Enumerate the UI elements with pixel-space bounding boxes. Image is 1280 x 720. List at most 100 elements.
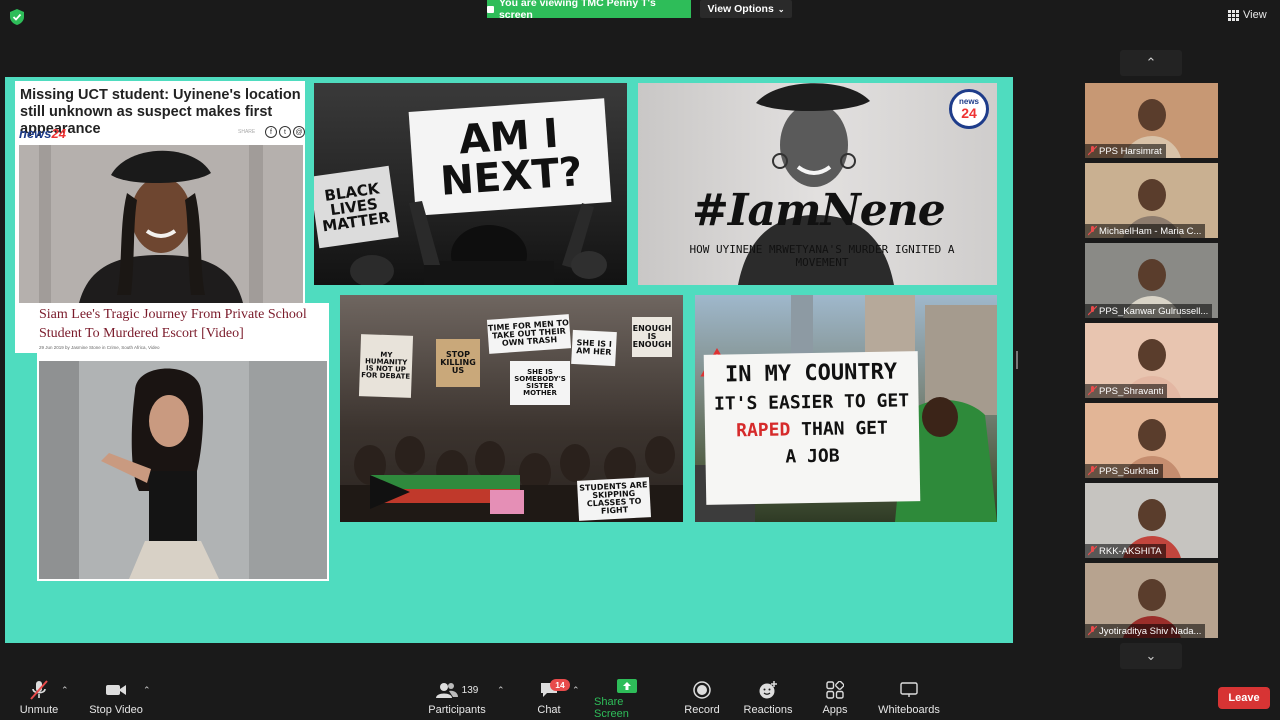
participant-tile[interactable]: RKK-AKSHITA bbox=[1085, 483, 1218, 558]
protest-sign-5: STUDENTS ARE SKIPPING CLASSES TO FIGHT bbox=[577, 477, 651, 521]
view-options-label: View Options bbox=[707, 3, 774, 15]
participant-tile[interactable]: PPS_Surkhab bbox=[1085, 403, 1218, 478]
participant-video bbox=[1137, 339, 1166, 371]
view-options-button[interactable]: View Options ⌄ bbox=[700, 0, 792, 18]
participant-tile[interactable]: PPS Harsimrat bbox=[1085, 83, 1218, 158]
participant-tile[interactable]: PPS_Shravanti bbox=[1085, 323, 1218, 398]
screen-share-banner: You are viewing TMC Penny T's screen bbox=[487, 0, 691, 21]
apps-icon bbox=[826, 678, 844, 702]
email-icon: @ bbox=[293, 126, 305, 138]
muted-mic-icon bbox=[1085, 624, 1099, 638]
participant-name: PPS_Surkhab bbox=[1099, 465, 1159, 477]
article-headline: Siam Lee's Tragic Journey From Private S… bbox=[39, 307, 307, 341]
viewing-text: You are viewing TMC Penny T's screen bbox=[498, 0, 656, 21]
whiteboards-button[interactable]: Whiteboards bbox=[878, 678, 940, 718]
protest-sign-4: MY HUMANITY IS NOT UP FOR DEBATE bbox=[358, 334, 414, 398]
twitter-icon: t bbox=[279, 126, 291, 138]
view-button[interactable]: View bbox=[1228, 5, 1267, 25]
participant-video bbox=[1137, 419, 1166, 451]
muted-mic-icon bbox=[1085, 224, 1099, 238]
share-indicator-icon bbox=[487, 5, 494, 13]
participants-button[interactable]: 139 Participants bbox=[428, 678, 486, 718]
stop-video-button[interactable]: Stop Video bbox=[88, 678, 144, 718]
protest-sign-7: SHE IS SOMEBODY'S SISTER MOTHER bbox=[510, 361, 570, 405]
participant-name: PPS Harsimrat bbox=[1099, 145, 1162, 157]
share-label: SHARE bbox=[238, 129, 256, 135]
participant-tile[interactable]: PPS_Kanwar Gulrussell... bbox=[1085, 243, 1218, 318]
participant-name: RKK-AKSHITA bbox=[1099, 545, 1162, 557]
audio-options-caret[interactable]: ⌃ bbox=[61, 685, 69, 696]
leave-button[interactable]: Leave bbox=[1218, 687, 1270, 709]
participant-video bbox=[1137, 259, 1166, 291]
video-options-caret[interactable]: ⌃ bbox=[143, 685, 151, 696]
record-label: Record bbox=[684, 704, 720, 716]
chat-options-caret[interactable]: ⌃ bbox=[572, 685, 580, 696]
shared-screen-content: Missing UCT student: Uyinene's location … bbox=[5, 77, 1013, 643]
participant-video bbox=[1137, 99, 1166, 131]
share-screen-button[interactable]: Share Screen bbox=[594, 678, 660, 720]
unmute-button[interactable]: Unmute bbox=[14, 678, 64, 718]
sign-line-4: A JOB bbox=[785, 445, 840, 468]
view-label: View bbox=[1243, 9, 1267, 21]
record-icon bbox=[693, 678, 711, 702]
iamnene-subtitle: HOW UYINENE MRWETYANA'S MURDER IGNITED A… bbox=[689, 243, 955, 269]
sign-line-raped: RAPED bbox=[735, 419, 791, 442]
in-my-country-sign: IN MY COUNTRY IT'S EASIER TO GET RAPED T… bbox=[703, 351, 921, 505]
stop-video-label: Stop Video bbox=[89, 704, 143, 716]
participants-icon bbox=[435, 683, 458, 698]
grid-view-icon bbox=[1228, 10, 1239, 21]
record-button[interactable]: Record bbox=[682, 678, 722, 718]
article-byline: 29 Jun 2019 by Jasmine Stone in Crime, S… bbox=[39, 345, 160, 350]
whiteboards-label: Whiteboards bbox=[878, 704, 940, 716]
protest-sign-2: SHE IS I AM HER bbox=[571, 329, 617, 367]
news24-badge: news 24 bbox=[949, 89, 989, 129]
scroll-up-button[interactable]: ⌃ bbox=[1120, 50, 1182, 76]
share-screen-label: Share Screen bbox=[594, 696, 629, 720]
article-photo-woman-beret bbox=[19, 145, 303, 303]
reactions-button[interactable]: Reactions bbox=[744, 678, 792, 718]
protest-photo-in-my-country: IN MY COUNTRY IT'S EASIER TO GET RAPED T… bbox=[695, 295, 997, 522]
protest-sign-6: STOP KILLING US bbox=[436, 339, 480, 387]
security-shield-icon[interactable] bbox=[10, 9, 24, 25]
protest-sign-1: TIME FOR MEN TO TAKE OUT THEIR OWN TRASH bbox=[486, 314, 572, 354]
facebook-icon: f bbox=[265, 126, 277, 138]
muted-microphone-icon bbox=[28, 678, 50, 702]
video-camera-icon bbox=[105, 678, 127, 702]
participant-video bbox=[1137, 179, 1166, 211]
article-photo-woman-wall bbox=[39, 361, 327, 579]
apps-button[interactable]: Apps bbox=[820, 678, 850, 718]
participant-video bbox=[1137, 499, 1166, 531]
participant-name: PPS_Kanwar Gulrussell... bbox=[1099, 305, 1209, 317]
reactions-label: Reactions bbox=[743, 704, 793, 716]
muted-mic-icon bbox=[1085, 464, 1099, 478]
participants-label: Participants bbox=[428, 704, 486, 716]
participant-name: MichaelHam - Maria C... bbox=[1099, 225, 1202, 237]
participants-options-caret[interactable]: ⌃ bbox=[497, 685, 505, 696]
participant-tile[interactable]: MichaelHam - Maria C... bbox=[1085, 163, 1218, 238]
participant-video bbox=[1137, 579, 1166, 611]
chevron-up-icon: ⌃ bbox=[1145, 55, 1157, 70]
panel-resize-handle[interactable] bbox=[1016, 351, 1018, 369]
participant-name: Jyotiraditya Shiv Nada... bbox=[1099, 625, 1202, 637]
news-article-siam-lee: Siam Lee's Tragic Journey From Private S… bbox=[37, 303, 329, 581]
protest-sign-3: ENOUGH IS ENOUGH bbox=[632, 317, 672, 357]
iamnene-title: #IamNene bbox=[692, 185, 946, 236]
scroll-down-button[interactable]: ⌄ bbox=[1120, 643, 1182, 669]
chat-label: Chat bbox=[537, 704, 561, 716]
apps-label: Apps bbox=[822, 704, 848, 716]
participant-tile[interactable]: Jyotiraditya Shiv Nada... bbox=[1085, 563, 1218, 638]
participants-count: 139 bbox=[461, 684, 479, 696]
protest-crowd-photo: TIME FOR MEN TO TAKE OUT THEIR OWN TRASH… bbox=[340, 295, 683, 522]
muted-mic-icon bbox=[1085, 384, 1099, 398]
whiteboard-icon bbox=[900, 678, 918, 702]
share-screen-icon bbox=[617, 678, 637, 694]
chevron-down-icon: ⌄ bbox=[1145, 648, 1157, 663]
unmute-label: Unmute bbox=[19, 704, 59, 716]
protest-photo-am-i-next: AM I NEXT? BLACK LIVES MATTER bbox=[314, 83, 627, 285]
iamnene-graphic: #IamNene HOW UYINENE MRWETYANA'S MURDER … bbox=[638, 83, 997, 285]
sign-line-3: THAN GET bbox=[801, 417, 889, 441]
muted-mic-icon bbox=[1085, 544, 1099, 558]
smiley-plus-icon bbox=[758, 678, 778, 702]
chevron-down-icon: ⌄ bbox=[777, 4, 785, 14]
participant-name: PPS_Shravanti bbox=[1099, 385, 1164, 397]
